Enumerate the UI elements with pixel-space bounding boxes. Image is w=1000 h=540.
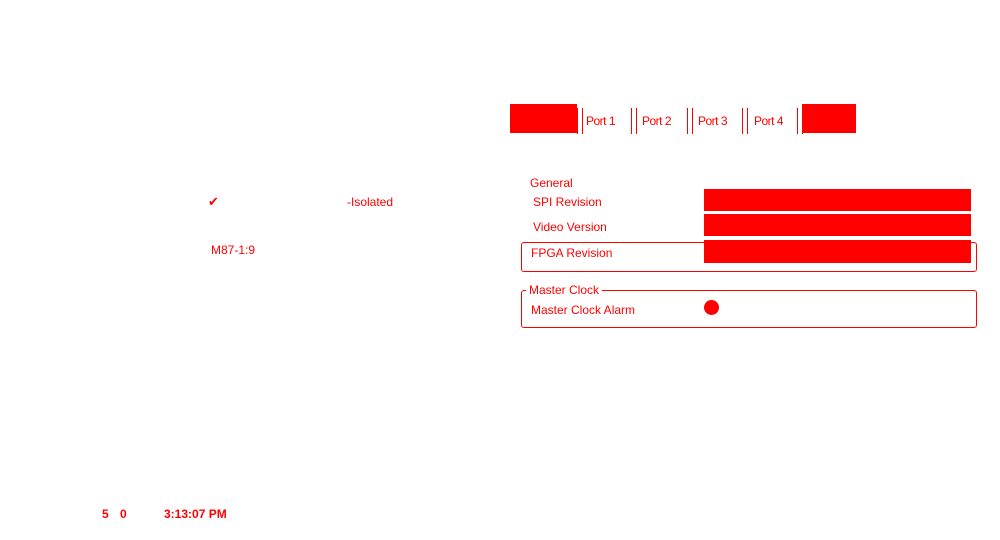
tab-separator — [687, 108, 693, 134]
tab-separator — [742, 108, 748, 134]
tab-port-4[interactable]: Port 4 — [754, 114, 784, 128]
master-clock-legend: Master Clock — [526, 283, 603, 297]
tab-separator — [631, 108, 637, 134]
video-version-label: Video Version — [533, 220, 607, 234]
footer-clock: 3:13:07 PM — [164, 507, 227, 521]
general-legend: General — [530, 176, 573, 190]
spi-revision-label: SPI Revision — [533, 195, 602, 209]
video-version-value — [704, 214, 971, 236]
alarm-led-icon — [704, 300, 719, 315]
check-icon: ✔ — [208, 194, 219, 209]
tab-port-3[interactable]: Port 3 — [698, 114, 728, 128]
tab-extra[interactable] — [802, 104, 856, 133]
tab-main[interactable] — [510, 104, 577, 133]
tab-port-1[interactable]: Port 1 — [586, 114, 616, 128]
fpga-revision-value — [704, 240, 971, 263]
tab-port-2[interactable]: Port 2 — [642, 114, 672, 128]
fpga-revision-label: FPGA Revision — [531, 246, 613, 260]
footer-count-b: 0 — [120, 507, 127, 521]
status-text: -Isolated — [347, 195, 394, 209]
footer-count-a: 5 — [102, 507, 109, 521]
device-id-text: M87-1:9 — [211, 243, 256, 257]
master-clock-alarm-label: Master Clock Alarm — [531, 303, 636, 317]
spi-revision-value — [704, 189, 971, 211]
tab-separator — [577, 108, 583, 134]
